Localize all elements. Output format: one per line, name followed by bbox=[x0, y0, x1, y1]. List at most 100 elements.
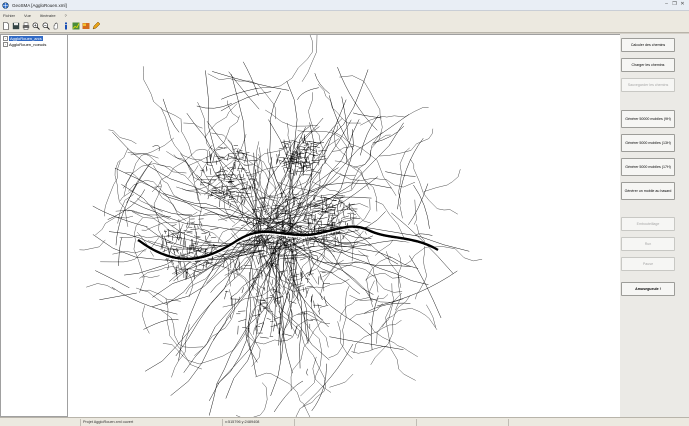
road-segment bbox=[317, 303, 321, 312]
road-segment bbox=[222, 258, 226, 268]
new-button[interactable] bbox=[1, 21, 10, 30]
road-segment bbox=[207, 195, 209, 200]
menu-vue[interactable]: Vue bbox=[24, 13, 31, 18]
road-segment bbox=[224, 290, 227, 300]
map-view[interactable] bbox=[68, 34, 620, 417]
road-segment bbox=[167, 246, 170, 255]
road-network-map[interactable] bbox=[68, 35, 620, 417]
road-segment bbox=[339, 203, 342, 208]
close-button[interactable]: ✕ bbox=[679, 1, 686, 8]
road-segment bbox=[119, 162, 151, 202]
tree-item-label: AggloRouen_arcs bbox=[9, 35, 43, 41]
road-segment bbox=[210, 228, 219, 230]
tree-toggle-icon[interactable]: - bbox=[3, 35, 8, 41]
edit-button[interactable] bbox=[91, 21, 100, 30]
traffic-jam-button[interactable]: Embouteillage bbox=[621, 217, 675, 231]
road-segment bbox=[178, 233, 181, 241]
road-segment bbox=[295, 379, 326, 417]
run-button[interactable]: Run bbox=[621, 237, 675, 251]
road-segment bbox=[186, 232, 193, 234]
road-segment bbox=[296, 169, 298, 175]
road-segment bbox=[111, 286, 178, 315]
road-segment bbox=[245, 172, 250, 174]
road-segment bbox=[292, 310, 324, 321]
road-segment bbox=[186, 221, 189, 228]
zoom-out-icon bbox=[42, 22, 50, 30]
generate-50000-9h-button[interactable]: Générer 50000 mobiles (9H) bbox=[621, 110, 675, 128]
status-cell-empty bbox=[294, 419, 417, 426]
load-paths-button[interactable]: Charger les chemins bbox=[621, 58, 675, 72]
road-segment bbox=[310, 142, 312, 152]
road-segment bbox=[291, 139, 300, 144]
road-segment bbox=[223, 158, 229, 160]
road-segment bbox=[143, 66, 181, 120]
pan-button[interactable] bbox=[51, 21, 60, 30]
road-segment bbox=[328, 213, 331, 221]
road-segment bbox=[321, 236, 330, 239]
road-segment bbox=[415, 233, 433, 236]
road-segment bbox=[237, 193, 239, 201]
zoom-out-button[interactable] bbox=[41, 21, 50, 30]
generate-5000-17h-button[interactable]: Générer 5000 mobiles (17H) bbox=[621, 158, 675, 176]
amusegueule-button[interactable]: Amusegueule ! bbox=[621, 282, 675, 296]
menu-fichier[interactable]: Fichier bbox=[3, 13, 15, 18]
route-icon bbox=[72, 22, 79, 29]
road-segment bbox=[271, 279, 274, 286]
road-segment bbox=[409, 255, 442, 319]
road-segment bbox=[164, 236, 168, 245]
road-segment bbox=[190, 228, 199, 230]
road-segment bbox=[329, 232, 337, 235]
road-segment bbox=[115, 209, 179, 240]
road-segment bbox=[259, 305, 262, 313]
menu-bar: Fichier Vue Itinéraire ? bbox=[0, 11, 689, 19]
road-segment bbox=[99, 292, 137, 301]
road-segment bbox=[343, 219, 352, 223]
menu-itineraire[interactable]: Itinéraire bbox=[40, 13, 56, 18]
zoom-in-icon bbox=[32, 22, 40, 30]
road-segment bbox=[299, 146, 306, 148]
save-paths-button[interactable]: Sauvegarder les chemins bbox=[621, 78, 675, 92]
tree-toggle-icon[interactable]: - bbox=[3, 41, 8, 47]
layers-button[interactable] bbox=[81, 21, 90, 30]
calculate-paths-button[interactable]: Calculer des chemins bbox=[621, 38, 675, 52]
road-segment bbox=[241, 167, 243, 173]
road-segment bbox=[375, 239, 394, 256]
status-cell-empty bbox=[416, 419, 509, 426]
print-button[interactable] bbox=[21, 21, 30, 30]
pause-button[interactable]: Pause bbox=[621, 257, 675, 271]
road-segment bbox=[239, 188, 245, 191]
road-segment bbox=[316, 153, 321, 155]
road-segment bbox=[141, 275, 160, 278]
road-segment bbox=[256, 35, 313, 89]
window-title: GeoSMA [AggloRouen.xml] bbox=[12, 2, 67, 8]
road-segment bbox=[279, 157, 288, 159]
print-icon bbox=[22, 22, 29, 30]
route-button[interactable] bbox=[71, 21, 80, 30]
road-segment bbox=[334, 238, 336, 247]
road-segment bbox=[297, 313, 330, 324]
generate-random-mobile-button[interactable]: Générer un mobile au hasard bbox=[621, 182, 675, 200]
minimize-button[interactable]: – bbox=[663, 1, 670, 8]
road-segment bbox=[212, 154, 215, 163]
road-segment bbox=[370, 295, 411, 365]
road-segment bbox=[297, 87, 319, 100]
road-segment bbox=[426, 304, 436, 328]
road-segment bbox=[95, 270, 130, 288]
info-button[interactable] bbox=[61, 21, 70, 30]
road-segment bbox=[112, 250, 146, 255]
road-segment bbox=[185, 256, 189, 258]
road-segment bbox=[410, 159, 458, 215]
save-button[interactable] bbox=[11, 21, 20, 30]
tree-item-noeuds[interactable]: - AggloRouen_noeuds bbox=[1, 41, 67, 47]
generate-5000-13h-button[interactable]: Générer 5000 mobiles (13H) bbox=[621, 134, 675, 152]
road-segment bbox=[385, 171, 416, 177]
road-segment bbox=[290, 269, 295, 271]
road-segment bbox=[166, 151, 216, 181]
road-segment bbox=[325, 236, 328, 241]
road-segment bbox=[278, 326, 282, 334]
menu-help[interactable]: ? bbox=[65, 13, 67, 18]
maximize-button[interactable]: ❐ bbox=[671, 1, 678, 8]
road-segment bbox=[204, 103, 238, 139]
status-coordinates: x:515796 y:2489408 bbox=[222, 419, 295, 426]
zoom-in-button[interactable] bbox=[31, 21, 40, 30]
